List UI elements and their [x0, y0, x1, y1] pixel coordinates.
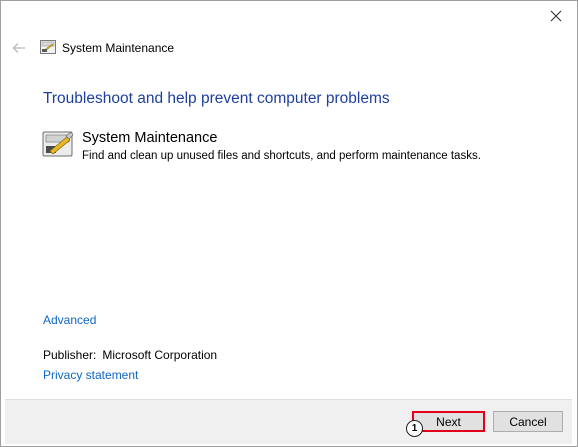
cancel-button[interactable]: Cancel	[493, 411, 563, 432]
back-button[interactable]	[9, 38, 29, 58]
task-title: System Maintenance	[82, 130, 218, 146]
system-maintenance-icon	[42, 129, 74, 159]
system-maintenance-icon	[40, 40, 56, 54]
task-description: Find and clean up unused files and short…	[82, 150, 481, 162]
footer-bar	[5, 399, 572, 444]
publisher-label: Publisher:	[43, 348, 97, 362]
privacy-statement-link[interactable]: Privacy statement	[43, 367, 138, 383]
back-arrow-icon	[12, 43, 25, 53]
publisher-info: Publisher: Microsoft Corporation	[43, 347, 217, 363]
advanced-link[interactable]: Advanced	[43, 312, 96, 328]
window-title: System Maintenance	[62, 41, 175, 55]
page-heading: Troubleshoot and help prevent computer p…	[43, 90, 390, 107]
publisher-value: Microsoft Corporation	[102, 348, 218, 362]
step-marker-badge: 1	[406, 420, 423, 437]
close-icon	[550, 10, 562, 22]
close-button[interactable]	[538, 2, 574, 30]
